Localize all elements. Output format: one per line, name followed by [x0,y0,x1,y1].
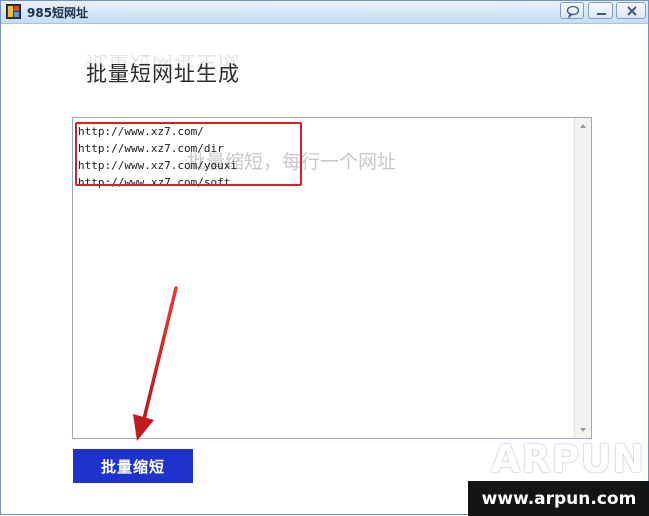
title-bar[interactable]: 985短网址 [1,1,648,24]
url-textarea[interactable]: 批量缩短，每行一个网址 http://www.xz7.com/ http://w… [72,117,592,439]
close-icon [627,6,637,16]
window-title: 985短网址 [27,6,89,20]
watermark-logo: ARPUN [491,437,646,481]
minimize-icon [597,13,606,15]
watermark-url: www.arpun.com [468,481,649,516]
annotation-highlight-box [75,122,302,186]
batch-shorten-button[interactable]: 批量缩短 [73,449,193,483]
feedback-button[interactable] [560,2,584,19]
feedback-icon [566,5,580,19]
scroll-down-arrow-icon[interactable] [575,422,591,438]
close-button[interactable] [616,2,646,19]
minimize-button[interactable] [588,2,613,19]
page-heading-reflection: 批量短网址生成 [86,55,240,75]
scroll-up-arrow-icon[interactable] [575,118,591,134]
app-window: 985短网址 批量短网址生成 批量短网址生成 批量缩短，每行一个网址 http:… [0,0,649,516]
app-icon [6,4,21,19]
textarea-scrollbar[interactable] [574,118,591,438]
